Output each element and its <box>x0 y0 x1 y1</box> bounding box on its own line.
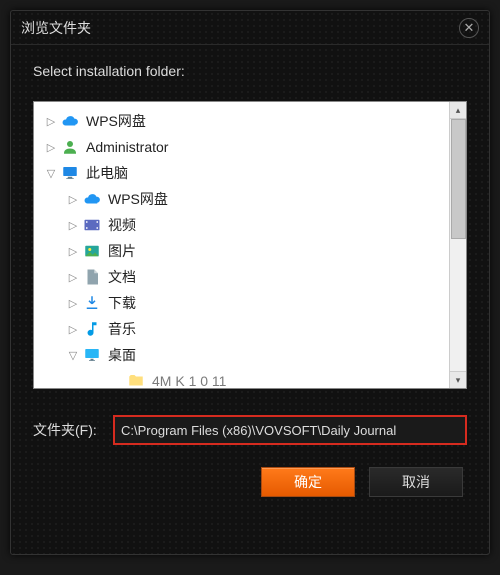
chevron-down-icon[interactable]: ▽ <box>42 167 60 180</box>
tree-node-truncated[interactable]: ▷ 4M K 1 0 11 <box>42 368 466 388</box>
tree-node-downloads[interactable]: ▷ 下载 <box>42 290 466 316</box>
cloud-icon <box>60 111 80 131</box>
scroll-thumb[interactable] <box>451 119 466 239</box>
tree-node-pictures[interactable]: ▷ 图片 <box>42 238 466 264</box>
chevron-right-icon[interactable]: ▷ <box>64 193 82 206</box>
tree-label: 音乐 <box>108 319 136 339</box>
prompt-text: Select installation folder: <box>33 63 467 79</box>
folder-icon <box>126 371 146 388</box>
tree-label: 下载 <box>108 293 136 313</box>
ok-button[interactable]: 确定 <box>261 467 355 497</box>
cancel-button[interactable]: 取消 <box>369 467 463 497</box>
tree-node-wps-root[interactable]: ▷ WPS网盘 <box>42 108 466 134</box>
folder-tree-container: ▷ WPS网盘 ▷ Administrator ▽ <box>33 101 467 389</box>
tree-node-wps-child[interactable]: ▷ WPS网盘 <box>42 186 466 212</box>
close-button[interactable]: ✕ <box>459 18 479 38</box>
tree-node-documents[interactable]: ▷ 文档 <box>42 264 466 290</box>
button-row: 确定 取消 <box>33 467 467 497</box>
tree-label: 4M K 1 0 11 <box>152 373 226 388</box>
tree-label: 视频 <box>108 215 136 235</box>
tree-node-videos[interactable]: ▷ 视频 <box>42 212 466 238</box>
path-value: C:\Program Files (x86)\VOVSOFT\Daily Jou… <box>121 423 396 438</box>
tree-node-admin[interactable]: ▷ Administrator <box>42 134 466 160</box>
tree-node-music[interactable]: ▷ 音乐 <box>42 316 466 342</box>
tree-label: WPS网盘 <box>86 111 146 131</box>
tree-node-this-pc[interactable]: ▽ 此电脑 <box>42 160 466 186</box>
path-label: 文件夹(F): <box>33 420 103 440</box>
music-icon <box>82 319 102 339</box>
scroll-down-button[interactable]: ▾ <box>450 371 466 388</box>
scrollbar[interactable]: ▴ ▾ <box>449 102 466 388</box>
tree-label: 此电脑 <box>86 163 128 183</box>
dialog-title: 浏览文件夹 <box>21 18 91 38</box>
chevron-down-icon[interactable]: ▽ <box>64 349 82 362</box>
tree-label: 桌面 <box>108 345 136 365</box>
chevron-right-icon[interactable]: ▷ <box>42 141 60 154</box>
tree-label: 图片 <box>108 241 136 261</box>
ok-label: 确定 <box>294 472 322 492</box>
scroll-up-button[interactable]: ▴ <box>450 102 466 119</box>
browse-folder-dialog: 浏览文件夹 ✕ Select installation folder: ▷ WP… <box>10 10 490 555</box>
chevron-right-icon[interactable]: ▷ <box>64 245 82 258</box>
user-icon <box>60 137 80 157</box>
chevron-right-icon[interactable]: ▷ <box>64 219 82 232</box>
documents-icon <box>82 267 102 287</box>
computer-icon <box>60 163 80 183</box>
pictures-icon <box>82 241 102 261</box>
tree-label: WPS网盘 <box>108 189 168 209</box>
chevron-right-icon[interactable]: ▷ <box>42 115 60 128</box>
folder-tree[interactable]: ▷ WPS网盘 ▷ Administrator ▽ <box>34 102 466 388</box>
titlebar[interactable]: 浏览文件夹 ✕ <box>11 11 489 45</box>
tree-label: 文档 <box>108 267 136 287</box>
tree-node-desktop[interactable]: ▽ 桌面 <box>42 342 466 368</box>
path-row: 文件夹(F): C:\Program Files (x86)\VOVSOFT\D… <box>33 415 467 445</box>
chevron-right-icon[interactable]: ▷ <box>64 297 82 310</box>
path-input[interactable]: C:\Program Files (x86)\VOVSOFT\Daily Jou… <box>113 415 467 445</box>
close-icon: ✕ <box>464 21 475 34</box>
downloads-icon <box>82 293 102 313</box>
cancel-label: 取消 <box>402 472 430 492</box>
tree-label: Administrator <box>86 139 168 155</box>
video-icon <box>82 215 102 235</box>
desktop-icon <box>82 345 102 365</box>
chevron-right-icon[interactable]: ▷ <box>64 271 82 284</box>
chevron-right-icon[interactable]: ▷ <box>64 323 82 336</box>
dialog-body: Select installation folder: ▷ WPS网盘 ▷ Ad… <box>11 45 489 554</box>
cloud-icon <box>82 189 102 209</box>
